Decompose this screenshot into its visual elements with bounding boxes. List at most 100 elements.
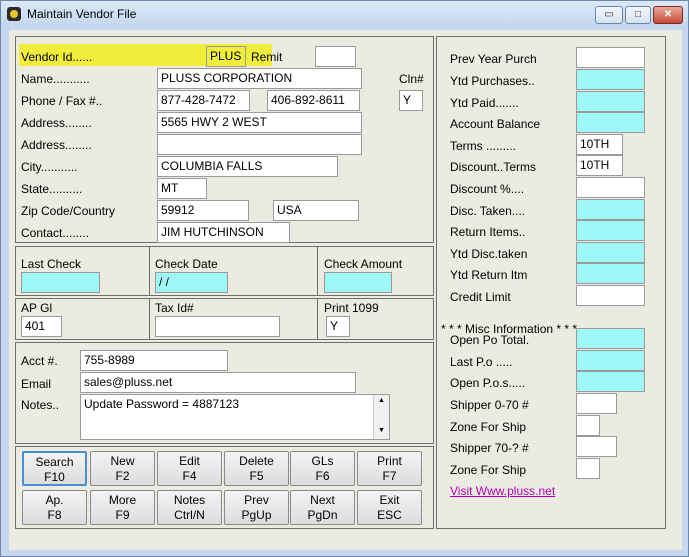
city-label: City...........	[21, 160, 78, 174]
button-panel: Search F10 New F2 Edit F4 Delete F5 GLs F6 Pr…	[15, 446, 434, 529]
cln-field[interactable]: Y	[399, 90, 423, 111]
disc-taken-field[interactable]	[576, 199, 645, 220]
contact-label: Contact........	[21, 226, 90, 240]
client-area: Vendor Id...... PLUS Remit Name.........…	[9, 30, 682, 550]
vendor-id-field[interactable]: PLUS	[206, 46, 246, 67]
discount-terms-field[interactable]: 10TH	[576, 155, 623, 176]
remit-field[interactable]	[315, 46, 356, 67]
financial-panel: Prev Year Purch Ytd Purchases.. Ytd Paid…	[436, 36, 666, 529]
notes-textarea[interactable]: Update Password = 4887123	[80, 394, 390, 440]
ytd-return-itm-label: Ytd Return Itm	[450, 268, 528, 282]
ytd-paid-label: Ytd Paid.......	[450, 96, 519, 110]
print-1099-label: Print 1099	[324, 301, 379, 315]
email-field[interactable]: sales@pluss.net	[80, 372, 356, 393]
print-1099-field[interactable]: Y	[326, 316, 350, 337]
close-button[interactable]: ✕	[653, 6, 683, 24]
delete-button[interactable]: Delete F5	[224, 451, 289, 486]
tax-id-label: Tax Id#	[155, 301, 194, 315]
exit-button[interactable]: Exit ESC	[357, 490, 422, 525]
print-1099-panel: Print 1099 Y	[317, 298, 434, 340]
zone-for-ship-1-field[interactable]	[576, 415, 600, 436]
shipper-0-70-label: Shipper 0-70 #	[450, 398, 529, 412]
zone-for-ship-2-field[interactable]	[576, 458, 600, 479]
address2-field[interactable]	[157, 134, 362, 155]
new-button[interactable]: New F2	[90, 451, 155, 486]
edit-button-label: Edit	[179, 454, 200, 468]
zip-field[interactable]: 59912	[157, 200, 249, 221]
last-check-field[interactable]	[21, 272, 100, 293]
gls-button-key: F6	[315, 469, 330, 483]
more-button[interactable]: More F9	[90, 490, 155, 525]
minimize-button[interactable]: ▭	[595, 6, 623, 24]
ytd-purchases-label: Ytd Purchases..	[450, 74, 535, 88]
discount-pct-label: Discount %....	[450, 182, 525, 196]
acct-field[interactable]: 755-8989	[80, 350, 228, 371]
remit-label: Remit	[251, 50, 283, 64]
credit-limit-field[interactable]	[576, 285, 645, 306]
delete-button-key: F5	[249, 469, 264, 483]
gls-button-label: GLs	[311, 454, 334, 468]
print-button[interactable]: Print F7	[357, 451, 422, 486]
discount-pct-field[interactable]	[576, 177, 645, 198]
next-button-key: PgDn	[307, 508, 338, 522]
state-field[interactable]: MT	[157, 178, 207, 199]
next-button-label: Next	[310, 493, 335, 507]
fax-field[interactable]: 406-892-8611	[267, 90, 360, 111]
cln-label: Cln#	[399, 72, 424, 86]
prev-button-key: PgUp	[241, 508, 272, 522]
next-button[interactable]: Next PgDn	[290, 490, 355, 525]
open-po-total-field[interactable]	[576, 328, 645, 349]
notes-scrollbar[interactable]: ▲ ▼	[373, 395, 389, 439]
return-items-field[interactable]	[576, 220, 645, 241]
ytd-return-itm-field[interactable]	[576, 263, 645, 284]
maximize-button[interactable]: □	[625, 6, 651, 24]
account-balance-label: Account Balance	[450, 117, 541, 131]
contact-field[interactable]: JIM HUTCHINSON	[157, 222, 290, 243]
more-button-label: More	[108, 493, 137, 507]
check-date-field[interactable]: / /	[155, 272, 228, 293]
ap-gl-panel: AP Gl 401	[15, 298, 150, 340]
scroll-up-icon[interactable]: ▲	[378, 397, 385, 404]
ap-button[interactable]: Ap. F8	[22, 490, 87, 525]
notes-button[interactable]: Notes Ctrl/N	[157, 490, 222, 525]
open-pos-field[interactable]	[576, 371, 645, 392]
address2-label: Address........	[21, 138, 92, 152]
ytd-disc-taken-field[interactable]	[576, 242, 645, 263]
edit-button[interactable]: Edit F4	[157, 451, 222, 486]
shipper-0-70-field[interactable]	[576, 393, 617, 414]
zone-for-ship-1-label: Zone For Ship	[450, 420, 527, 434]
ap-button-key: F8	[47, 508, 62, 522]
last-check-label: Last Check	[21, 257, 82, 271]
last-check-panel: Last Check	[15, 246, 150, 296]
visit-website-link[interactable]: Visit Www.pluss.net	[450, 484, 555, 498]
gls-button[interactable]: GLs F6	[290, 451, 355, 486]
credit-limit-label: Credit Limit	[450, 290, 511, 304]
shipper-70-label: Shipper 70-? #	[450, 441, 529, 455]
country-field[interactable]: USA	[273, 200, 359, 221]
account-balance-field[interactable]	[576, 112, 645, 133]
shipper-70-field[interactable]	[576, 436, 617, 457]
check-amount-field[interactable]	[324, 272, 392, 293]
scroll-down-icon[interactable]: ▼	[378, 427, 385, 434]
prev-button[interactable]: Prev PgUp	[224, 490, 289, 525]
ytd-disc-taken-label: Ytd Disc.taken	[450, 247, 528, 261]
open-po-total-label: Open Po Total.	[450, 333, 530, 347]
ap-gl-field[interactable]: 401	[21, 316, 62, 337]
name-field[interactable]: PLUSS CORPORATION	[157, 68, 362, 89]
app-icon	[7, 7, 21, 21]
exit-button-key: ESC	[377, 508, 402, 522]
last-po-field[interactable]	[576, 350, 645, 371]
ytd-purchases-field[interactable]	[576, 69, 645, 90]
prev-year-purch-field[interactable]	[576, 47, 645, 68]
search-button[interactable]: Search F10	[22, 451, 87, 486]
tax-id-field[interactable]	[155, 316, 280, 337]
search-button-label: Search	[35, 455, 74, 469]
address1-field[interactable]: 5565 HWY 2 WEST	[157, 112, 362, 133]
phone-field[interactable]: 877-428-7472	[157, 90, 250, 111]
new-button-label: New	[110, 454, 135, 468]
terms-field[interactable]: 10TH	[576, 134, 623, 155]
notes-label: Notes..	[21, 398, 60, 412]
ytd-paid-field[interactable]	[576, 91, 645, 112]
city-field[interactable]: COLUMBIA FALLS	[157, 156, 338, 177]
zone-for-ship-2-label: Zone For Ship	[450, 463, 527, 477]
